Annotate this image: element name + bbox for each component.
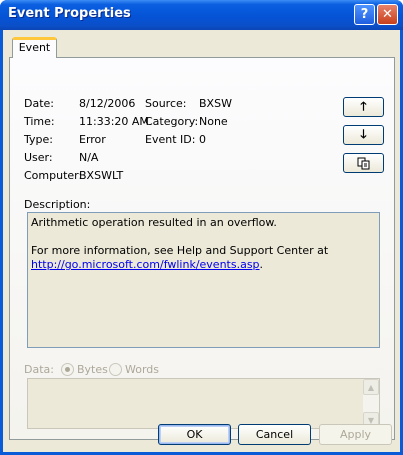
words-label: Words [125, 363, 160, 376]
time-label: Time: [24, 115, 55, 128]
computer-value: BXSWLT [79, 169, 124, 182]
description-link-line: http://go.microsoft.com/fwlink/events.as… [31, 258, 376, 272]
title-bar[interactable]: Event Properties ? ✕ [0, 0, 403, 30]
apply-button[interactable]: Apply [319, 424, 392, 445]
ok-button[interactable]: OK [158, 424, 231, 445]
bytes-label: Bytes [77, 363, 108, 376]
previous-event-button[interactable]: 🡑 [343, 97, 384, 117]
type-value: Error [79, 133, 106, 146]
scroll-up-button[interactable]: ▲ [363, 379, 379, 395]
help-icon: ? [360, 7, 369, 22]
arrow-down-icon: 🡓 [360, 126, 367, 141]
computer-label: Computer: [24, 169, 83, 182]
tab-event[interactable]: Event [12, 37, 57, 58]
data-textbox[interactable]: ▲ ▼ [27, 378, 380, 429]
close-button[interactable]: ✕ [377, 4, 398, 25]
data-scrollbar[interactable]: ▲ ▼ [363, 379, 379, 428]
date-label: Date: [24, 97, 54, 110]
bytes-radio-dot [65, 367, 70, 372]
description-textbox[interactable]: Arithmetic operation resulted in an over… [27, 212, 380, 348]
copy-icon [357, 157, 369, 169]
copy-button[interactable] [343, 153, 384, 173]
user-value: N/A [79, 151, 99, 164]
window-title: Event Properties [8, 6, 131, 21]
data-label: Data: [24, 363, 54, 376]
link-suffix: . [259, 258, 264, 271]
help-link[interactable]: http://go.microsoft.com/fwlink/events.as… [31, 258, 260, 271]
description-label: Description: [24, 198, 91, 211]
user-label: User: [24, 151, 53, 164]
help-button[interactable]: ? [354, 4, 375, 25]
type-label: Type: [24, 133, 53, 146]
description-line-1: Arithmetic operation resulted in an over… [31, 216, 277, 229]
arrow-up-icon: 🡑 [360, 98, 367, 113]
source-label: Source: [145, 97, 187, 110]
category-value: None [199, 115, 228, 128]
next-event-button[interactable]: 🡓 [343, 125, 384, 145]
event-properties-window: Event Properties ? ✕ Event Date: 8/12/20… [0, 0, 403, 455]
source-value: BXSW [199, 97, 232, 110]
close-icon: ✕ [382, 7, 393, 22]
dialog-client: Event Date: 8/12/2006 Time: 11:33:20 AM … [3, 30, 400, 452]
words-radio[interactable] [109, 363, 122, 376]
tab-panel-event: Date: 8/12/2006 Time: 11:33:20 AM Type: … [9, 57, 395, 440]
category-label: Category: [145, 115, 199, 128]
description-line-2: For more information, see Help and Suppo… [31, 244, 329, 257]
date-value: 8/12/2006 [79, 97, 136, 110]
cancel-button[interactable]: Cancel [238, 424, 311, 445]
time-value: 11:33:20 AM [79, 115, 149, 128]
bytes-radio[interactable] [61, 363, 74, 376]
eventid-label: Event ID: [145, 133, 196, 146]
eventid-value: 0 [199, 133, 206, 146]
